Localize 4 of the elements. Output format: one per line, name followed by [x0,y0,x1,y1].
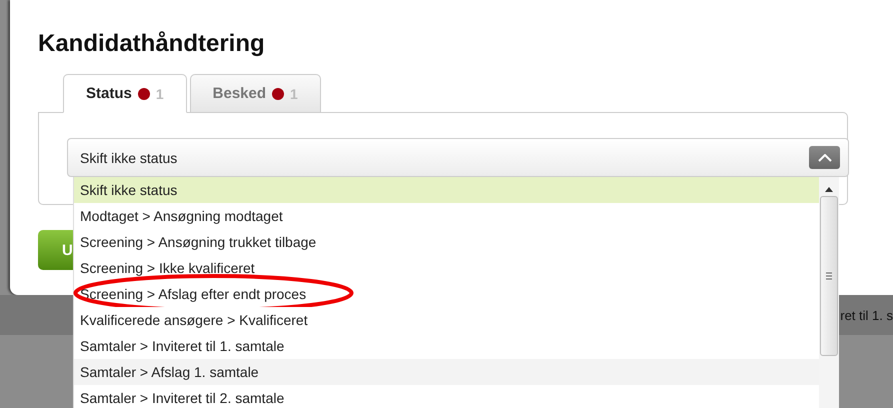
dialog-title: Kandidathåndtering [38,30,266,58]
tab-count: 1 [156,86,164,102]
select-value: Skift ikke status [80,150,178,166]
background-text: ret til 1. s [840,308,893,322]
